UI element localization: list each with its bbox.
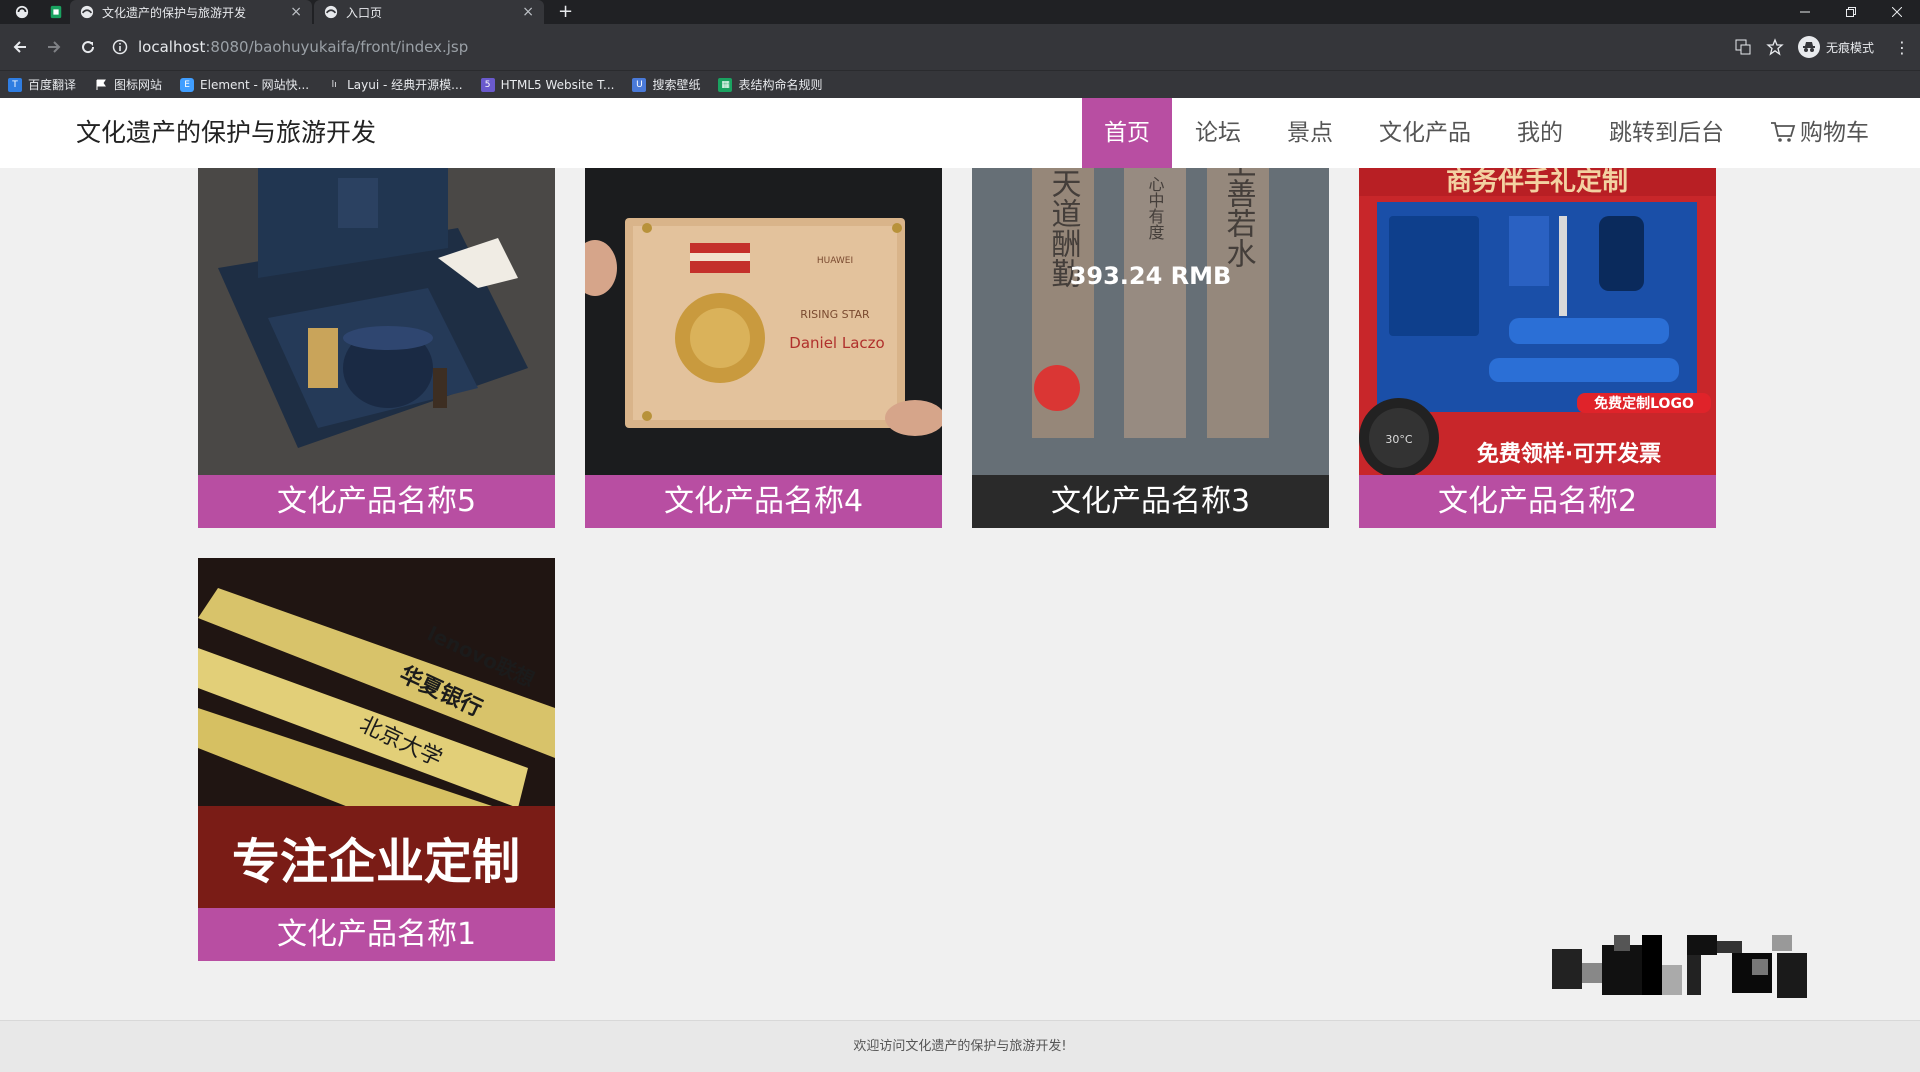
new-tab-button[interactable]: +: [558, 0, 573, 24]
nav-cart-label: 购物车: [1800, 120, 1869, 146]
tab-close-icon[interactable]: ×: [290, 4, 302, 20]
restore-icon[interactable]: [1828, 0, 1874, 24]
product-image: [198, 168, 555, 475]
product-name: 文化产品名称2: [1359, 475, 1716, 528]
incognito-profile[interactable]: 无痕模式: [1797, 36, 1874, 58]
bookmark-label: 百度翻译: [28, 78, 77, 92]
url-field[interactable]: localhost:8080/baohuyukaifa/front/index.…: [112, 31, 1812, 63]
nav-forum[interactable]: 论坛: [1172, 98, 1264, 168]
bookmark-item[interactable]: T 百度翻译: [8, 76, 76, 93]
layui-icon: lı: [331, 79, 337, 90]
product-card[interactable]: HUAWEI RISING STAR Daniel Laczo 文化产品名称4: [585, 168, 942, 528]
back-icon[interactable]: [4, 31, 36, 63]
element-icon: E: [180, 77, 195, 92]
product-card[interactable]: 天道酬勤 心中有度 上善若水 393.24 RMB 文化产品名称3: [972, 168, 1329, 528]
pixelated-watermark: [1552, 935, 1807, 998]
image-logo-offer: 免费定制LOGO: [1594, 395, 1694, 412]
image-recipient: Daniel Laczo: [789, 334, 884, 352]
close-window-icon[interactable]: [1874, 0, 1920, 24]
globe-icon: [80, 5, 94, 19]
image-temperature: 30°C: [1385, 433, 1412, 446]
sheet-icon: ▦: [718, 77, 733, 92]
incognito-icon: [1797, 36, 1820, 58]
bookmark-star-icon[interactable]: [1766, 38, 1784, 56]
product-card[interactable]: 商务伴手礼定制 30°C 免费定制LOGO 免费领样·可开发票 文化产品名称2: [1359, 168, 1716, 528]
tab-close-icon[interactable]: ×: [522, 4, 534, 20]
product-image: HUAWEI RISING STAR Daniel Laczo: [585, 168, 942, 475]
tab-heritage[interactable]: 文化遗产的保护与旅游开发 ×: [70, 0, 312, 24]
browser-menu-icon[interactable]: [14, 4, 30, 20]
bookmark-label: Layui - 经典开源模...: [347, 78, 463, 92]
bookmark-item[interactable]: 图标网站: [94, 76, 162, 93]
bookmark-label: 图标网站: [114, 78, 163, 92]
more-menu-icon[interactable]: ⋮: [1894, 38, 1910, 57]
image-sample-offer: 免费领样·可开发票: [1477, 441, 1661, 467]
globe-icon: [324, 5, 338, 19]
nav-home[interactable]: 首页: [1082, 98, 1172, 168]
wallpaper-icon: U: [632, 77, 647, 92]
site-footer: 欢迎访问文化遗产的保护与旅游开发!: [0, 1020, 1920, 1072]
web-page: 文化遗产的保护与旅游开发 首页 论坛 景点 文化产品 我的 跳转到后台 购物车: [0, 98, 1920, 1072]
url-path: :8080/baohuyukaifa/front/index.jsp: [205, 38, 469, 56]
url-host: localhost: [138, 38, 206, 56]
bookmark-label: HTML5 Website T...: [500, 77, 615, 92]
nav-cultural-products[interactable]: 文化产品: [1356, 98, 1494, 168]
nav-admin[interactable]: 跳转到后台: [1586, 98, 1747, 168]
minimize-icon[interactable]: [1782, 0, 1828, 24]
product-image: 商务伴手礼定制 30°C 免费定制LOGO 免费领样·可开发票: [1359, 168, 1716, 475]
tab-title: 文化遗产的保护与旅游开发: [102, 5, 247, 20]
product-image: 天道酬勤 心中有度 上善若水: [972, 168, 1329, 475]
product-name: 文化产品名称5: [198, 475, 555, 528]
toolbar-right: 无痕模式 ⋮: [1734, 24, 1910, 70]
bookmark-item[interactable]: 5 HTML5 Website T...: [480, 77, 615, 92]
product-card[interactable]: 文化产品名称5: [198, 168, 555, 528]
image-brand: HUAWEI: [817, 256, 853, 266]
cursor-highlight: [1034, 365, 1080, 411]
site-title: 文化遗产的保护与旅游开发: [76, 118, 377, 147]
product-price: 393.24 RMB: [1069, 262, 1232, 290]
bookmark-label: Element - 网站快...: [200, 78, 310, 92]
incognito-label: 无痕模式: [1825, 40, 1874, 55]
site-header: 文化遗产的保护与旅游开发 首页 论坛 景点 文化产品 我的 跳转到后台 购物车: [0, 98, 1920, 168]
translate-icon[interactable]: [1734, 38, 1752, 56]
window-controls: [1782, 0, 1920, 24]
info-icon[interactable]: [112, 39, 128, 55]
bookmark-label: 表结构命名规则: [738, 78, 823, 92]
nav-cart[interactable]: 购物车: [1747, 98, 1892, 168]
image-slogan: 专注企业定制: [232, 834, 520, 890]
bookmark-label: 搜索壁纸: [652, 78, 701, 92]
product-card[interactable]: lenovo联想 华夏银行 北京大学 专注企业定制 文化产品名称1: [198, 558, 555, 961]
main-nav: 首页 论坛 景点 文化产品 我的 跳转到后台 购物车: [1082, 98, 1892, 168]
bookmarks-bar: T 百度翻译 图标网站 E Element - 网站快... lı Layui …: [0, 70, 1920, 98]
product-name: 文化产品名称1: [198, 908, 555, 961]
bookmark-item[interactable]: ▦ 表结构命名规则: [718, 76, 822, 93]
sheet-app-icon[interactable]: [48, 4, 64, 20]
address-bar: localhost:8080/baohuyukaifa/front/index.…: [0, 24, 1920, 70]
tab-entry[interactable]: 入口页 ×: [314, 0, 544, 24]
flag-icon: [94, 78, 108, 92]
reload-icon[interactable]: [72, 31, 104, 63]
image-award: RISING STAR: [800, 308, 870, 321]
bookmark-item[interactable]: E Element - 网站快...: [180, 76, 309, 93]
bookmark-item[interactable]: lı Layui - 经典开源模...: [327, 76, 463, 93]
bookmark-item[interactable]: U 搜索壁纸: [632, 76, 700, 93]
tab-title: 入口页: [346, 5, 383, 20]
baidu-translate-icon: T: [8, 77, 22, 92]
product-name: 文化产品名称4: [585, 475, 942, 528]
browser-tab-bar: 文化遗产的保护与旅游开发 × 入口页 × +: [0, 0, 1920, 24]
nav-mine[interactable]: 我的: [1494, 98, 1586, 168]
html5-template-icon: 5: [480, 77, 495, 92]
cart-icon: [1771, 122, 1796, 142]
forward-icon[interactable]: [38, 31, 70, 63]
product-name: 文化产品名称3: [972, 475, 1329, 528]
image-headline: 商务伴手礼定制: [1446, 168, 1628, 197]
nav-scenic-spots[interactable]: 景点: [1264, 98, 1356, 168]
product-image: lenovo联想 华夏银行 北京大学 专注企业定制: [198, 558, 555, 908]
